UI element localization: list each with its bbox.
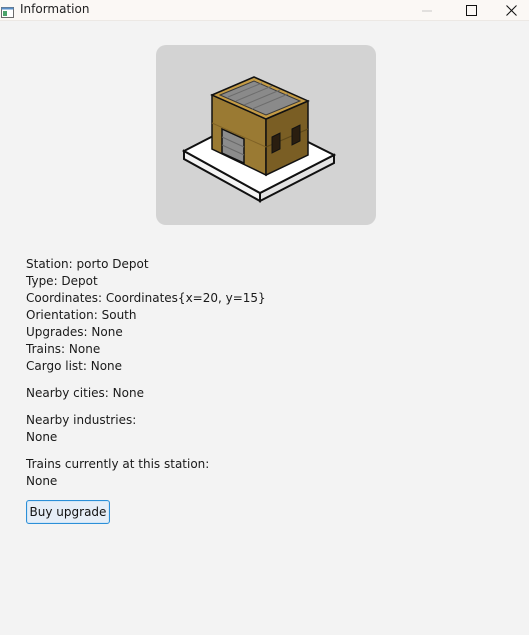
trains-at-station-value: None	[26, 474, 58, 488]
nearby-industries-label: Nearby industries:	[26, 413, 137, 427]
close-icon	[506, 1, 517, 20]
title-bar: Information	[0, 0, 529, 21]
station-info: Station: porto Depot Type: Depot Coordin…	[26, 256, 266, 490]
station-coordinates: Coordinates: Coordinates{x=20, y=15}	[26, 291, 266, 305]
window-icon	[1, 3, 14, 18]
station-orientation: Orientation: South	[26, 308, 137, 322]
buy-upgrade-button[interactable]: Buy upgrade	[26, 500, 110, 524]
station-name: Station: porto Depot	[26, 257, 149, 271]
station-upgrades: Upgrades: None	[26, 325, 123, 339]
station-cargo-list: Cargo list: None	[26, 359, 123, 373]
depot-building-image	[156, 45, 376, 225]
minimize-button[interactable]	[404, 0, 449, 20]
maximize-button[interactable]	[449, 0, 494, 20]
nearby-cities: Nearby cities: None	[26, 386, 144, 400]
station-type: Type: Depot	[26, 274, 98, 288]
maximize-icon	[466, 1, 477, 20]
station-image-card	[156, 45, 376, 225]
minimize-icon	[421, 1, 432, 20]
close-button[interactable]	[494, 0, 529, 20]
nearby-industries-value: None	[26, 430, 58, 444]
trains-at-station-label: Trains currently at this station:	[26, 457, 210, 471]
station-trains: Trains: None	[26, 342, 101, 356]
window-title: Information	[20, 2, 90, 16]
